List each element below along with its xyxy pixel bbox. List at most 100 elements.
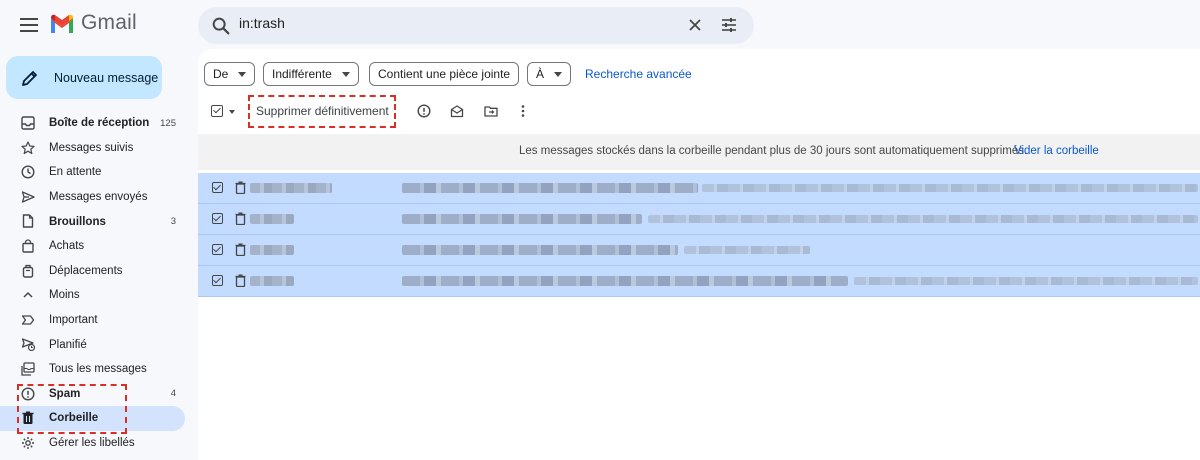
unread-count: 125 [160,117,176,129]
sidebar-item-label: Important [49,314,98,327]
chevron-down-icon [341,71,350,77]
inbox-icon [21,116,35,130]
sidebar-item-label: En attente [49,166,102,179]
sidebar-item-manage-labels[interactable]: Gérer les libellés [0,431,185,456]
table-row[interactable] [198,204,1200,235]
star-icon [21,140,35,154]
sidebar-item-label: Messages envoyés [49,191,148,204]
sidebar-item-less[interactable]: Moins [0,283,185,308]
trash-info-banner: Les messages stockés dans la corbeille p… [198,134,1200,170]
chevron-down-icon [238,71,247,77]
trash-icon[interactable] [235,274,246,287]
redacted-snippet [684,246,810,254]
row-checkbox[interactable] [212,275,223,286]
sidebar-item-label: Achats [49,240,85,253]
redacted-subject [402,214,642,224]
sidebar-item-all-mail[interactable]: Tous les messages [0,357,185,382]
spam-count: 4 [170,388,176,400]
sidebar-item-drafts[interactable]: Brouillons 3 [0,209,185,234]
chevron-up-icon [23,292,33,298]
mark-as-read-icon[interactable] [450,104,464,118]
filter-to-chip[interactable]: À [527,62,572,86]
scheduled-icon [21,338,35,352]
sidebar-item-label: Messages suivis [49,141,134,154]
sidebar-item-important[interactable]: Important [0,308,185,333]
redacted-sender [250,276,294,286]
redacted-snippet [648,215,1198,223]
message-list [198,173,1200,297]
sidebar-item-travel[interactable]: Déplacements [0,259,185,284]
redacted-subject [402,183,698,193]
redacted-sender [250,214,294,224]
chip-label: De [213,67,229,81]
sidebar-item-purchases[interactable]: Achats [0,234,185,259]
annotation-box-sidebar [17,384,127,434]
redacted-snippet [702,184,1198,192]
select-all-checkbox[interactable] [211,105,223,117]
sidebar-item-inbox[interactable]: Boîte de réception 125 [0,111,185,136]
sidebar-item-label: Gérer les libellés [49,437,135,450]
purchases-icon [22,239,34,253]
banner-text: Les messages stockés dans la corbeille p… [519,145,1028,157]
main-menu-button[interactable] [14,10,44,40]
gmail-m-icon [51,14,73,33]
table-row[interactable] [198,173,1200,204]
trash-icon[interactable] [235,243,246,256]
redacted-subject [402,245,678,255]
row-checkbox[interactable] [212,213,223,224]
settings-icon [22,436,34,449]
chip-label: À [536,67,545,81]
annotation-box-delete [248,95,396,128]
redacted-subject [402,276,848,286]
table-row[interactable] [198,266,1200,297]
send-icon [21,191,35,203]
chip-label: Contient une pièce jointe [378,67,511,81]
report-spam-icon[interactable] [417,104,431,118]
draft-icon [22,214,34,229]
redacted-sender [250,183,332,193]
pencil-icon [22,70,37,86]
empty-trash-link[interactable]: Vider la corbeille [1014,145,1099,157]
sidebar-item-starred[interactable]: Messages suivis [0,136,185,161]
filter-from-chip[interactable]: De [204,62,256,86]
sidebar-item-label: Planifié [49,338,87,351]
table-row[interactable] [198,235,1200,266]
top-bar: Gmail [0,0,1200,50]
sidebar-item-sent[interactable]: Messages envoyés [0,185,185,210]
important-icon [21,315,35,325]
row-checkbox[interactable] [212,244,223,255]
search-options-icon[interactable] [721,17,737,33]
advanced-search-link[interactable]: Recherche avancée [585,67,692,81]
sidebar-item-scheduled[interactable]: Planifié [0,332,185,357]
move-to-icon[interactable] [484,104,498,118]
redacted-sender [250,245,294,255]
gmail-logo[interactable]: Gmail [49,11,137,35]
all-mail-icon [21,362,35,376]
trash-icon[interactable] [235,181,246,194]
compose-label: Nouveau message [54,70,159,85]
filter-time-chip[interactable]: Indifférente [263,62,359,86]
search-input[interactable] [239,15,659,31]
sidebar-item-label: Tous les messages [49,363,147,376]
row-checkbox[interactable] [212,182,223,193]
sidebar-item-label: Déplacements [49,264,123,277]
luggage-icon [22,264,34,278]
search-bar [198,7,754,44]
search-icon[interactable] [210,15,232,37]
redacted-snippet [854,277,1198,285]
trash-icon[interactable] [235,212,246,225]
sidebar-item-label: Brouillons [49,215,106,228]
filter-attachment-chip[interactable]: Contient une pièce jointe [369,62,520,86]
sidebar-item-snoozed[interactable]: En attente [0,160,185,185]
clock-icon [21,165,35,179]
compose-button[interactable]: Nouveau message [6,56,162,99]
draft-count: 3 [170,216,176,228]
more-options-icon[interactable] [516,104,530,118]
clear-search-icon[interactable] [687,17,703,33]
sidebar-item-label: Boîte de réception [49,117,150,130]
hamburger-icon [20,18,38,32]
chevron-down-icon [554,71,563,77]
chip-label: Indifférente [272,67,332,81]
sidebar-item-label: Moins [49,289,80,302]
select-menu-chevron-icon[interactable] [229,110,235,114]
